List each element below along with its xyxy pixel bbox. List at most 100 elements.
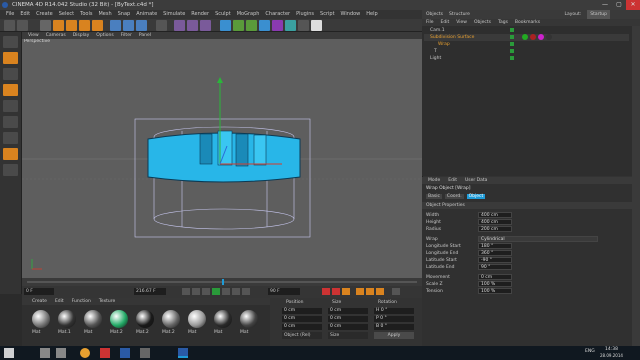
object-row[interactable]: Cam.1 <box>424 27 629 34</box>
tab-structure[interactable]: Structure <box>449 10 470 19</box>
object-row[interactable]: Wrap <box>424 41 629 48</box>
attr-tab-coord[interactable]: Coord. <box>444 194 464 199</box>
undo-icon[interactable] <box>4 20 15 31</box>
coord-size-select[interactable]: Size <box>328 332 368 339</box>
search-icon[interactable] <box>40 348 50 358</box>
attr-value-field[interactable]: 360 ° <box>478 250 512 256</box>
next-frame-icon[interactable] <box>222 288 230 295</box>
y-axis-icon[interactable] <box>123 20 134 31</box>
mat-menu-texture[interactable]: Texture <box>99 298 115 305</box>
material-swatch[interactable] <box>188 310 206 328</box>
om-menu-bookmarks[interactable]: Bookmarks <box>515 19 540 26</box>
material-swatch[interactable] <box>162 310 180 328</box>
visibility-icon[interactable] <box>510 49 514 53</box>
coord-field-r[interactable]: B 0 ° <box>374 324 414 330</box>
points-mode-icon[interactable] <box>3 100 18 112</box>
texture-mode-icon[interactable] <box>3 68 18 80</box>
model-mode-icon[interactable] <box>3 52 18 64</box>
scale-icon[interactable] <box>66 20 77 31</box>
menu-mesh[interactable]: Mesh <box>98 10 111 19</box>
coord-mode-select[interactable]: Object (Rel) <box>282 332 322 339</box>
object-row[interactable]: Light <box>424 55 629 62</box>
array-icon[interactable] <box>259 20 270 31</box>
attr-menu-userdata[interactable]: User Data <box>465 177 487 184</box>
coord-field-p[interactable]: 0 cm <box>282 324 322 330</box>
menu-simulate[interactable]: Simulate <box>163 10 185 19</box>
rotation-key-icon[interactable] <box>376 288 384 295</box>
coordinate-system-icon[interactable] <box>156 20 167 31</box>
attr-tab-basic[interactable]: Basic <box>426 194 442 199</box>
render-picture-icon[interactable] <box>187 20 198 31</box>
prev-key-icon[interactable] <box>192 288 200 295</box>
workplane-icon[interactable] <box>3 84 18 96</box>
attr-value-field[interactable]: 100 % <box>478 281 512 287</box>
coord-field-p[interactable]: 0 cm <box>282 308 322 314</box>
clock-date[interactable]: 28.09.2014 <box>600 353 623 358</box>
autokey-icon[interactable] <box>332 288 340 295</box>
vp-menu-filter[interactable]: Filter <box>121 32 132 39</box>
om-menu-file[interactable]: File <box>426 19 434 26</box>
menu-tools[interactable]: Tools <box>80 10 92 19</box>
attr-tab-object[interactable]: Object <box>466 194 486 199</box>
coord-field-s[interactable]: 0 cm <box>328 316 368 322</box>
keyframe-selection-icon[interactable] <box>342 288 350 295</box>
record-icon[interactable] <box>322 288 330 295</box>
start-icon[interactable] <box>4 348 14 358</box>
coord-field-r[interactable]: H 0 ° <box>374 308 414 314</box>
current-frame-field[interactable]: 216.67 F <box>134 288 166 295</box>
attr-value-field[interactable]: -90 ° <box>478 257 512 263</box>
material-tag-icon[interactable] <box>522 34 528 40</box>
vp-menu-cameras[interactable]: Cameras <box>46 32 66 39</box>
material-swatch[interactable] <box>214 310 232 328</box>
start-frame-field[interactable]: 0 F <box>24 288 54 295</box>
z-axis-icon[interactable] <box>136 20 147 31</box>
material-swatch[interactable] <box>136 310 154 328</box>
camera-icon[interactable] <box>298 20 309 31</box>
visibility-icon[interactable] <box>510 35 514 39</box>
live-select-icon[interactable] <box>40 20 51 31</box>
visibility-icon[interactable] <box>510 56 514 60</box>
om-menu-tags[interactable]: Tags <box>498 19 508 26</box>
cinema4d-active-icon[interactable] <box>178 348 188 358</box>
task-view-icon[interactable] <box>56 348 66 358</box>
attr-value-field[interactable]: 180 ° <box>478 243 512 249</box>
goto-start-icon[interactable] <box>182 288 190 295</box>
cinema4d-taskbar-icon[interactable] <box>120 348 130 358</box>
menu-script[interactable]: Script <box>320 10 335 19</box>
floor-icon[interactable] <box>285 20 296 31</box>
x-axis-icon[interactable] <box>110 20 121 31</box>
coord-field-p[interactable]: 0 cm <box>282 316 322 322</box>
viewport-perspective[interactable]: Perspective <box>22 39 422 278</box>
material-tag-icon[interactable] <box>546 34 552 40</box>
redo-icon[interactable] <box>17 20 28 31</box>
cube-icon[interactable] <box>220 20 231 31</box>
chrome-icon[interactable] <box>80 348 90 358</box>
lock-workplane-icon[interactable] <box>3 164 18 176</box>
close-button[interactable]: ✕ <box>626 0 640 10</box>
visibility-icon[interactable] <box>510 28 514 32</box>
timeline-ruler[interactable] <box>22 278 422 286</box>
coord-field-s[interactable]: 0 cm <box>328 308 368 314</box>
material-swatch[interactable] <box>240 310 258 328</box>
visibility-icon[interactable] <box>510 42 514 46</box>
coord-field-r[interactable]: P 0 ° <box>374 316 414 322</box>
move-icon[interactable] <box>53 20 64 31</box>
menu-select[interactable]: Select <box>59 10 74 19</box>
playhead[interactable] <box>222 279 224 285</box>
menu-animate[interactable]: Animate <box>136 10 157 19</box>
play-icon[interactable] <box>212 288 220 295</box>
make-editable-icon[interactable] <box>3 36 18 48</box>
polygons-mode-icon[interactable] <box>3 132 18 144</box>
om-menu-objects[interactable]: Objects <box>474 19 491 26</box>
vp-menu-options[interactable]: Options <box>96 32 113 39</box>
menu-create[interactable]: Create <box>36 10 53 19</box>
light-icon[interactable] <box>311 20 322 31</box>
attr-menu-edit[interactable]: Edit <box>448 177 457 184</box>
material-swatch[interactable] <box>110 310 128 328</box>
attr-value-field[interactable]: 100 % <box>478 288 512 294</box>
maximize-button[interactable]: ▢ <box>612 0 626 10</box>
menu-snap[interactable]: Snap <box>118 10 131 19</box>
menu-render[interactable]: Render <box>191 10 209 19</box>
minimize-button[interactable]: — <box>598 0 612 10</box>
rotate-icon[interactable] <box>79 20 90 31</box>
